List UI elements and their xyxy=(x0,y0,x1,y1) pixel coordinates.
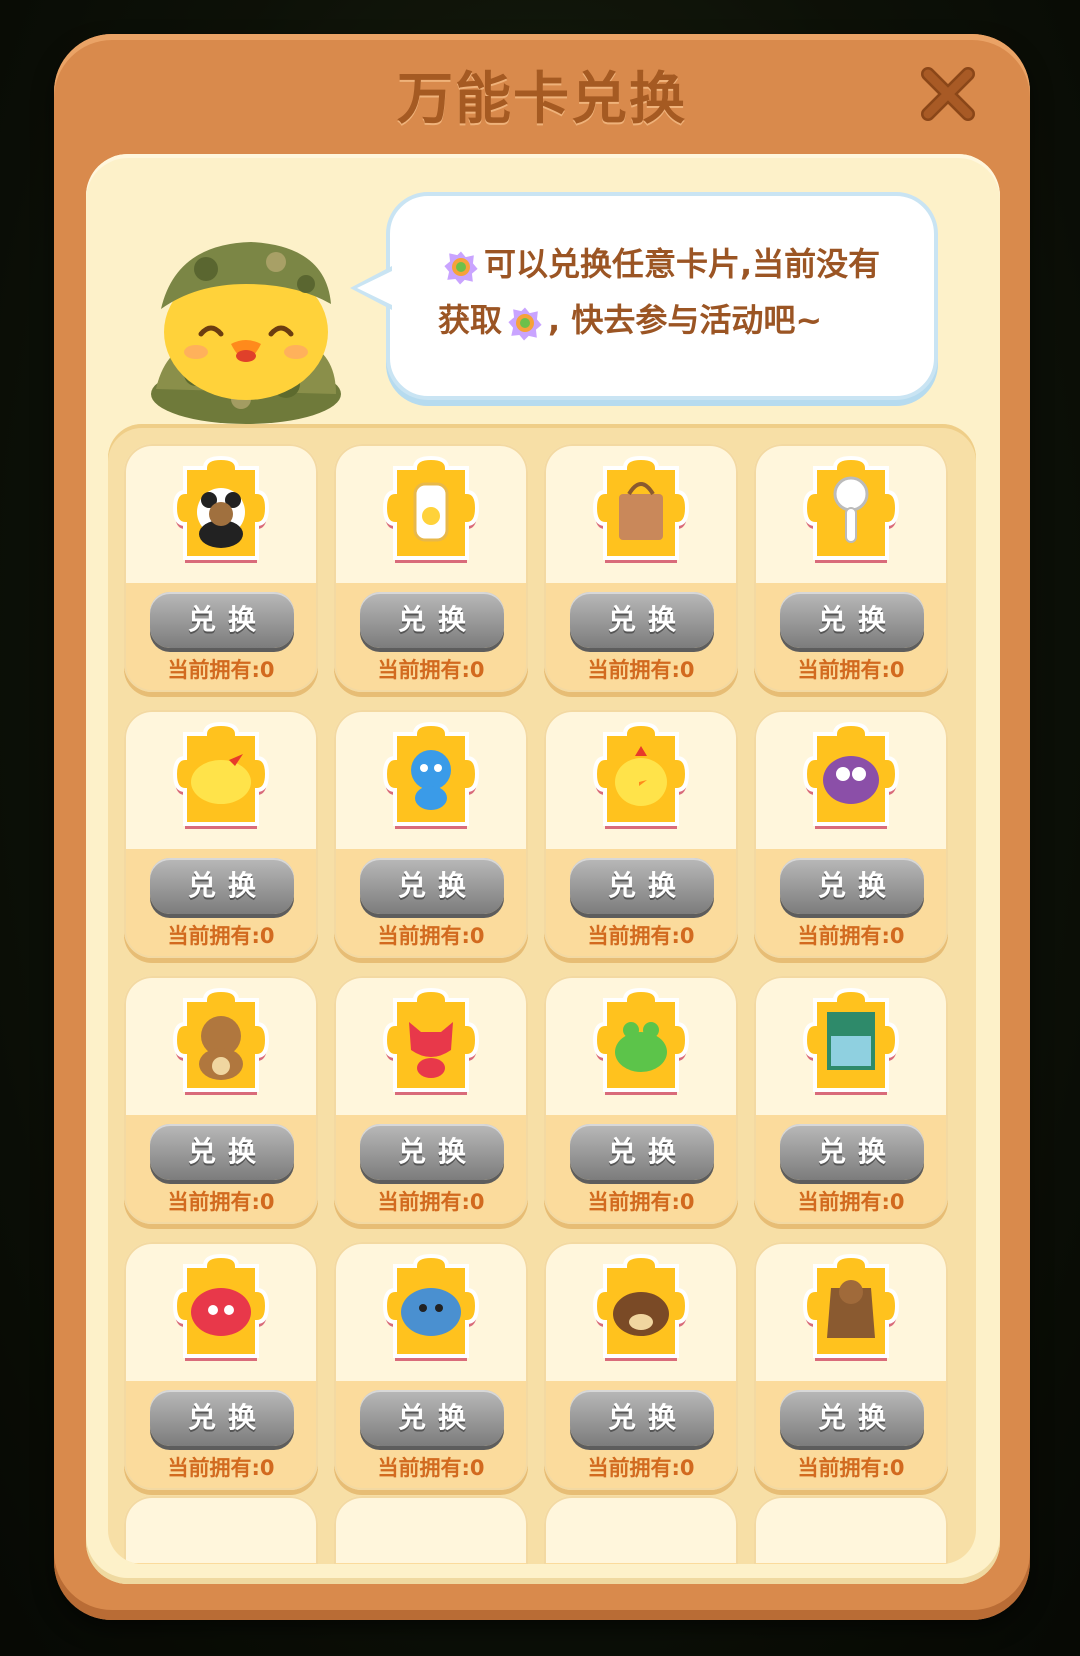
owned-count: 当前拥有:0 xyxy=(377,924,485,948)
reward-card: 兑换当前拥有:0 xyxy=(124,444,318,692)
reward-card: 兑换当前拥有:0 xyxy=(754,710,948,958)
reward-card: 兑换当前拥有:0 xyxy=(334,444,528,692)
exchange-button[interactable]: 兑换 xyxy=(780,592,924,648)
bear-slippers-icon xyxy=(591,1252,691,1368)
card-partial xyxy=(334,1496,528,1564)
card-partial xyxy=(754,1496,948,1564)
purple-owl-plush-icon xyxy=(801,720,901,836)
reward-card: 兑换当前拥有:0 xyxy=(544,710,738,958)
reward-card: 兑换当前拥有:0 xyxy=(334,976,528,1224)
puzzle-box-icon xyxy=(801,986,901,1102)
reward-card: 兑换当前拥有:0 xyxy=(544,1242,738,1490)
tote-bag-icon xyxy=(591,454,691,570)
exchange-button[interactable]: 兑换 xyxy=(360,1124,504,1180)
exchange-button[interactable]: 兑换 xyxy=(570,858,714,914)
owned-count: 当前拥有:0 xyxy=(377,1456,485,1480)
reward-card: 兑换当前拥有:0 xyxy=(754,1242,948,1490)
owned-count: 当前拥有:0 xyxy=(587,1190,695,1214)
exchange-button[interactable]: 兑换 xyxy=(780,858,924,914)
card-partial xyxy=(544,1496,738,1564)
speech-bubble: 可以兑换任意卡片,当前没有 获取 , 快去参与活动吧~ xyxy=(350,192,938,400)
wildcard-icon xyxy=(505,303,545,344)
owned-count: 当前拥有:0 xyxy=(377,658,485,682)
owned-count: 当前拥有:0 xyxy=(797,1190,905,1214)
speech-text: 可以兑换任意卡片,当前没有 获取 , 快去参与活动吧~ xyxy=(438,236,908,348)
green-frog-plush-icon xyxy=(591,986,691,1102)
chick-plush-icon xyxy=(591,720,691,836)
water-bottle-icon xyxy=(381,454,481,570)
yellow-chick-plush-icon xyxy=(171,720,271,836)
reward-card: 兑换当前拥有:0 xyxy=(754,444,948,692)
fox-pillow-icon xyxy=(171,1252,271,1368)
reward-card: 兑换当前拥有:0 xyxy=(124,1242,318,1490)
card-grid: 兑换 当前拥有:0 兑换 当前拥有:0 兑换 当前拥有:0 兑换 当前拥有:0 兑换 当前拥有:0… xyxy=(124,444,948,1490)
next-row-peek xyxy=(124,1496,948,1564)
exchange-button[interactable]: 兑换 xyxy=(780,1390,924,1446)
close-icon[interactable] xyxy=(918,64,978,124)
reward-card: 兑换当前拥有:0 xyxy=(754,976,948,1224)
reward-card: 兑换当前拥有:0 xyxy=(124,710,318,958)
owned-count: 当前拥有:0 xyxy=(167,924,275,948)
handheld-fan-icon xyxy=(801,454,901,570)
exchange-button[interactable]: 兑换 xyxy=(150,858,294,914)
reward-card: 兑换当前拥有:0 xyxy=(334,1242,528,1490)
blue-creature-pillow-icon xyxy=(381,1252,481,1368)
owned-count: 当前拥有:0 xyxy=(587,924,695,948)
exchange-button[interactable]: 兑换 xyxy=(570,592,714,648)
chick-mascot-icon xyxy=(151,242,341,424)
reward-card: 兑换当前拥有:0 xyxy=(334,710,528,958)
owned-count: 当前拥有:0 xyxy=(167,1456,275,1480)
speech-line-2b: , 快去参与活动吧~ xyxy=(548,301,823,339)
exchange-button[interactable]: 兑换 xyxy=(360,1390,504,1446)
exchange-button[interactable]: 兑换 xyxy=(570,1124,714,1180)
reward-card: 兑换当前拥有:0 xyxy=(124,976,318,1224)
content-panel: 可以兑换任意卡片,当前没有 获取 , 快去参与活动吧~ 兑换 当前拥有:0 兑换 当前… xyxy=(86,154,1000,1584)
owned-count: 当前拥有:0 xyxy=(797,658,905,682)
exchange-button[interactable]: 兑换 xyxy=(360,858,504,914)
owned-count: 当前拥有:0 xyxy=(587,658,695,682)
raccoon-blanket-icon xyxy=(801,1252,901,1368)
red-fox-plush-icon xyxy=(381,986,481,1102)
exchange-button[interactable]: 兑换 xyxy=(150,1390,294,1446)
owned-count: 当前拥有:0 xyxy=(797,1456,905,1480)
reward-card: 兑换当前拥有:0 xyxy=(544,444,738,692)
owned-count: 当前拥有:0 xyxy=(587,1456,695,1480)
blue-bear-plush-icon xyxy=(381,720,481,836)
card-grid-scroll[interactable]: 兑换 当前拥有:0 兑换 当前拥有:0 兑换 当前拥有:0 兑换 当前拥有:0 兑换 当前拥有:0… xyxy=(108,424,976,1564)
owned-count: 当前拥有:0 xyxy=(167,1190,275,1214)
brown-bear-plush-icon xyxy=(171,986,271,1102)
owned-count: 当前拥有:0 xyxy=(797,924,905,948)
reward-card: 兑换当前拥有:0 xyxy=(544,976,738,1224)
exchange-button[interactable]: 兑换 xyxy=(150,592,294,648)
speech-line-2a: 获取 xyxy=(438,301,503,339)
exchange-button[interactable]: 兑换 xyxy=(780,1124,924,1180)
owned-count: 当前拥有:0 xyxy=(167,658,275,682)
dialog-title: 万能卡兑换 xyxy=(397,67,687,132)
speech-line-1: 可以兑换任意卡片,当前没有 xyxy=(484,245,881,283)
exchange-dialog: 万能卡兑换 可以兑换任意卡片,当前没有 获取 , 快去参与活动吧~ 兑换 当前拥… xyxy=(54,34,1030,1620)
card-partial xyxy=(124,1496,318,1564)
panda-plush-icon xyxy=(171,454,271,570)
exchange-button[interactable]: 兑换 xyxy=(570,1390,714,1446)
exchange-button[interactable]: 兑换 xyxy=(360,592,504,648)
owned-count: 当前拥有:0 xyxy=(377,1190,485,1214)
wildcard-icon xyxy=(441,247,481,288)
exchange-button[interactable]: 兑换 xyxy=(150,1124,294,1180)
